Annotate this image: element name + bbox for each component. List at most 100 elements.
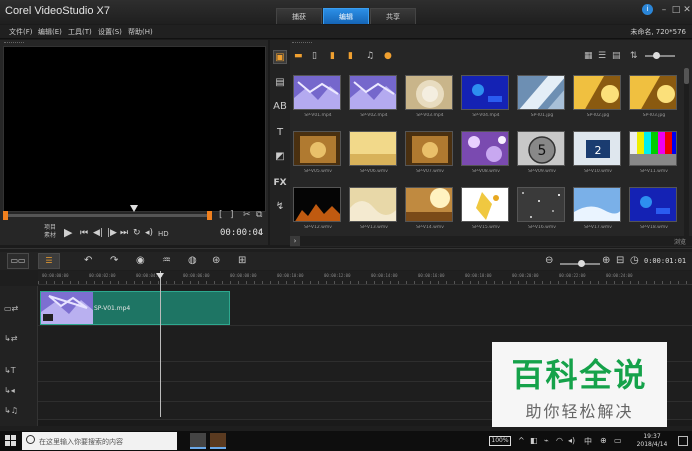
media-thumbnail[interactable]: SP-V15.wmv [461, 187, 511, 237]
preview-mode[interactable]: 项目 素材 [44, 224, 56, 240]
browse-button[interactable]: 浏览 [674, 237, 686, 246]
panel-grip[interactable] [4, 42, 24, 44]
network-icon[interactable]: ⌁ [544, 436, 549, 445]
overlay-track-icon[interactable]: ↳⇄ [4, 334, 17, 343]
help-icon[interactable]: i [642, 4, 653, 15]
media-thumbnail[interactable]: SP-V14.wmv [405, 187, 455, 237]
media-thumbnail[interactable]: SP-V12.wmv [293, 187, 343, 237]
subtitle-editor-icon[interactable]: ⊞ [238, 255, 246, 266]
grid-view-icon[interactable]: ▤ [612, 51, 621, 61]
split-clip-icon[interactable]: ✂ [243, 210, 251, 220]
undo-icon[interactable]: ↶ [84, 255, 92, 266]
close-icon[interactable]: ✕ [681, 4, 692, 16]
trim-out-marker[interactable] [207, 211, 212, 220]
keyboard-icon[interactable]: ▭ [614, 436, 622, 445]
media-thumbnail[interactable]: 2 SP-V10.wmv [573, 131, 623, 181]
library-scrollbar[interactable] [684, 68, 689, 238]
trim-in-marker[interactable] [3, 211, 8, 220]
timeline-timecode[interactable]: 0:00:01:01 [644, 257, 686, 265]
scrub-bar[interactable] [3, 211, 212, 220]
taskbar-app-icon[interactable] [190, 433, 206, 449]
media-thumbnail[interactable]: SP-I01.jpg [517, 75, 567, 125]
media-thumbnail[interactable]: SP-V17.wmv [573, 187, 623, 237]
path-icon[interactable]: ↯ [273, 200, 287, 214]
menu-file[interactable]: 文件(F) [9, 27, 33, 37]
expand-arrow-icon[interactable]: › [290, 236, 300, 246]
play-icon[interactable]: ▶ [64, 226, 72, 239]
media-thumbnail[interactable]: SP-I03.jpg [629, 75, 679, 125]
tray-app-icon[interactable]: ◧ [530, 436, 538, 445]
sort-icon[interactable]: ⇅ [630, 51, 638, 61]
auto-music-icon[interactable]: ◍ [188, 255, 197, 266]
audio-filter-icon[interactable]: ♫ [366, 51, 374, 61]
storyboard-view-button[interactable]: ▭▭ [7, 253, 29, 269]
notification-icon[interactable] [678, 436, 688, 446]
taskbar-videostudio-icon[interactable] [210, 433, 226, 449]
filter-icon[interactable]: FX [273, 176, 287, 190]
next-frame-icon[interactable]: |▶ [107, 228, 117, 238]
media-thumbnail[interactable]: SP-V04.mp4 [461, 75, 511, 125]
zoom-out-icon[interactable]: ⊖ [545, 255, 553, 266]
transition-icon[interactable]: AB [273, 100, 287, 114]
scrubber-handle[interactable] [130, 205, 138, 212]
thumbnail-size-slider[interactable] [645, 52, 675, 59]
folder-icon[interactable]: ▯ [312, 51, 317, 61]
menu-tools[interactable]: 工具(T) [68, 27, 92, 37]
minimize-icon[interactable]: – [658, 4, 670, 16]
ime-indicator[interactable]: 中 [584, 436, 592, 447]
list-view-icon[interactable]: ☰ [598, 51, 606, 61]
record-capture-icon[interactable]: ◉ [136, 255, 145, 266]
media-thumbnail[interactable]: SP-V11.wmv [629, 131, 679, 181]
photo-filter-icon[interactable]: ▮ [348, 51, 353, 61]
timeline-ruler[interactable]: 00:00:00:00 00:00:02:00 00:00:04:00 00:00:0… [38, 271, 692, 285]
media-thumbnail[interactable]: SP-V06.wmv [349, 131, 399, 181]
sound-mixer-icon[interactable]: ♒ [162, 255, 171, 266]
redo-icon[interactable]: ↷ [110, 255, 118, 266]
hd-preview-button[interactable]: HD [158, 230, 169, 238]
thumbnail-view-icon[interactable]: ▦ [584, 51, 593, 61]
media-thumbnail[interactable]: SP-V16.wmv [517, 187, 567, 237]
motion-tracking-icon[interactable]: ⊛ [212, 255, 220, 266]
import-icon[interactable]: ● [384, 51, 392, 61]
clock-icon[interactable]: ◷ [630, 255, 639, 266]
graphic-icon[interactable]: ◩ [273, 150, 287, 164]
media-thumbnail[interactable]: SP-V13.wmv [349, 187, 399, 237]
media-thumbnail[interactable]: SP-V01.mp4 [293, 75, 343, 125]
video-track-icon[interactable]: ▭⇄ [4, 304, 18, 313]
title-icon[interactable]: T [273, 126, 287, 140]
title-track-icon[interactable]: ↳T [4, 366, 16, 375]
media-thumbnail[interactable]: SP-V03.mp4 [405, 75, 455, 125]
mark-in-button[interactable]: [ [219, 210, 223, 220]
media-thumbnail[interactable]: SP-V08.wmv [461, 131, 511, 181]
clip-mode-label[interactable]: 素材 [44, 232, 56, 240]
menu-help[interactable]: 帮助(H) [128, 27, 153, 37]
panel-grip[interactable] [292, 42, 312, 44]
add-folder-icon[interactable]: ▬ [294, 51, 303, 61]
volume-icon[interactable]: ◂) [145, 228, 153, 238]
wifi-icon[interactable]: ◠ [556, 436, 563, 445]
ime-mode-icon[interactable]: ⊕ [600, 436, 607, 445]
tab-edit[interactable]: 编辑 [323, 8, 369, 24]
enlarge-preview-icon[interactable]: ⧉ [256, 210, 262, 220]
media-thumbnail[interactable]: SP-V05.wmv [293, 131, 343, 181]
taskbar-search-input[interactable]: 在这里输入你要搜索的内容 [22, 432, 177, 450]
windows-start-icon[interactable] [5, 435, 17, 447]
tab-share[interactable]: 共享 [370, 8, 416, 24]
playhead-handle[interactable] [156, 273, 164, 279]
home-icon[interactable]: ⏮ [80, 228, 88, 238]
tray-arrow-icon[interactable]: ^ [518, 436, 525, 445]
voice-track-icon[interactable]: ↳◂ [4, 386, 15, 395]
timecode-stepper-icon[interactable]: ⇕ [257, 228, 264, 237]
timeline-view-button[interactable]: ☰ [38, 253, 60, 269]
zoom-in-icon[interactable]: ⊕ [602, 255, 610, 266]
clock[interactable]: 19:37 2018/4/14 [630, 433, 674, 449]
mark-out-button[interactable]: ] [230, 210, 234, 220]
timeline-zoom-slider[interactable] [560, 260, 600, 267]
timeline-clip[interactable]: SP-V01.mp4 [40, 291, 230, 325]
instant-project-icon[interactable]: ▤ [273, 76, 287, 90]
media-thumbnail[interactable]: 5 SP-V09.wmv [517, 131, 567, 181]
repeat-icon[interactable]: ↻ [133, 228, 141, 238]
battery-indicator[interactable]: 100% [489, 436, 511, 446]
previous-frame-icon[interactable]: ◀| [93, 228, 103, 238]
video-filter-icon[interactable]: ▮ [330, 51, 335, 61]
